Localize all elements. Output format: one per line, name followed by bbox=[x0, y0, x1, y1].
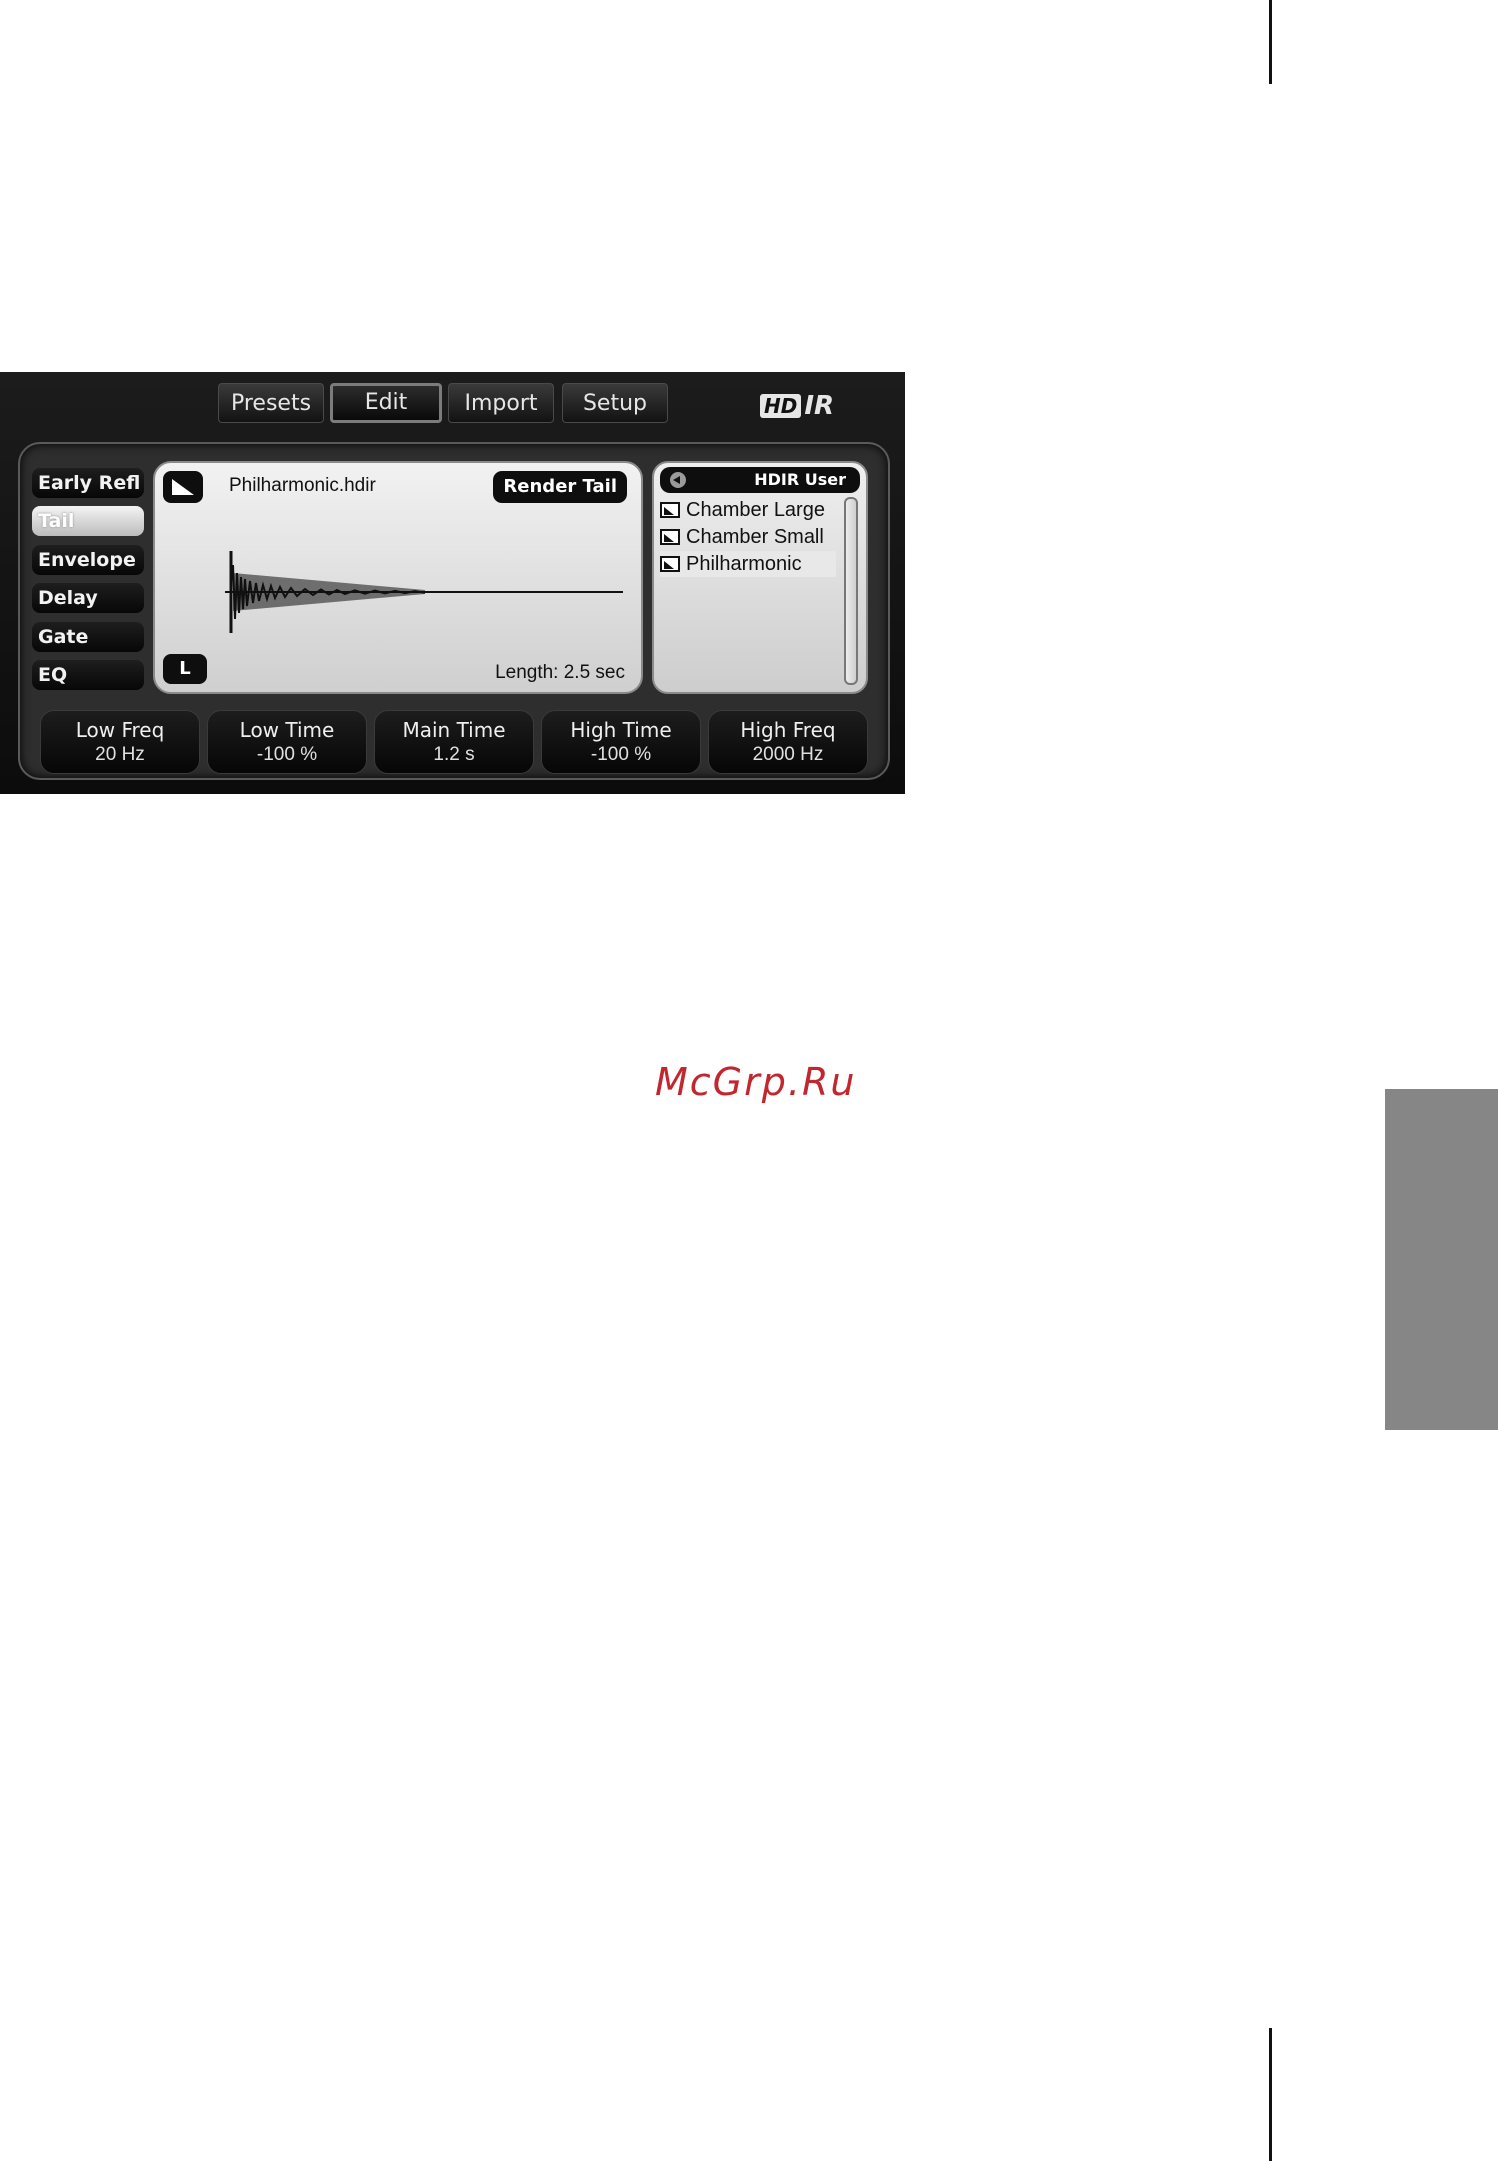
nav-gate[interactable]: Gate bbox=[32, 622, 144, 652]
low-time-control[interactable]: Low Time -100 % bbox=[207, 710, 367, 774]
render-tail-button[interactable]: Render Tail bbox=[493, 471, 627, 503]
hdir-logo: HD IR bbox=[760, 391, 834, 421]
crop-mark-bottom bbox=[1269, 2028, 1272, 2161]
browser-scrollbar[interactable] bbox=[844, 497, 858, 685]
top-toolbar: Presets Edit Import Setup HD IR bbox=[0, 372, 905, 442]
knob-value: -100 % bbox=[256, 744, 318, 765]
nav-early-refl[interactable]: Early Refl bbox=[32, 468, 144, 498]
browser-title: HDIR User bbox=[754, 470, 846, 489]
preset-item-label: Chamber Large bbox=[686, 499, 825, 521]
knob-label: High Time bbox=[570, 718, 672, 742]
tab-import[interactable]: Import bbox=[448, 383, 554, 423]
impulse-file-icon bbox=[660, 556, 680, 572]
tab-setup[interactable]: Setup bbox=[562, 383, 668, 423]
length-readout: Length: 2.5 sec bbox=[495, 662, 625, 683]
high-time-control[interactable]: High Time -100 % bbox=[541, 710, 701, 774]
nav-envelope[interactable]: Envelope bbox=[32, 545, 144, 575]
logo-hd: HD bbox=[760, 394, 802, 418]
crop-mark-top bbox=[1269, 0, 1272, 84]
knob-label: Low Time bbox=[239, 718, 335, 742]
back-arrow-icon[interactable] bbox=[670, 472, 686, 488]
watermark-text: McGrp.Ru bbox=[655, 1060, 857, 1104]
hdir-plugin-window: Presets Edit Import Setup HD IR Early Re… bbox=[0, 372, 905, 794]
impulse-file-icon bbox=[660, 502, 680, 518]
impulse-waveform bbox=[225, 551, 623, 633]
impulse-file-icon bbox=[660, 529, 680, 545]
preset-item-label: Philharmonic bbox=[686, 553, 802, 575]
waveform-panel: Philharmonic.hdir Render Tail L Length: … bbox=[153, 461, 643, 694]
nav-tail[interactable]: Tail bbox=[32, 506, 144, 536]
knob-value: -100 % bbox=[590, 744, 652, 765]
preset-browser: HDIR User Chamber Large Chamber Small Ph… bbox=[652, 461, 868, 694]
tab-presets[interactable]: Presets bbox=[218, 383, 324, 423]
envelope-mode-icon[interactable] bbox=[163, 471, 203, 503]
tab-edit[interactable]: Edit bbox=[330, 383, 442, 423]
knob-value: 1.2 s bbox=[433, 744, 475, 765]
preset-item-label: Chamber Small bbox=[686, 526, 824, 548]
knob-value: 2000 Hz bbox=[752, 744, 824, 765]
logo-ir: IR bbox=[804, 391, 835, 421]
preset-item[interactable]: Chamber Small bbox=[660, 524, 836, 550]
high-freq-control[interactable]: High Freq 2000 Hz bbox=[708, 710, 868, 774]
knob-label: Low Freq bbox=[75, 718, 165, 742]
browser-header: HDIR User bbox=[660, 467, 860, 493]
main-time-control[interactable]: Main Time 1.2 s bbox=[374, 710, 534, 774]
nav-delay[interactable]: Delay bbox=[32, 583, 144, 613]
knob-label: Main Time bbox=[402, 718, 506, 742]
low-freq-control[interactable]: Low Freq 20 Hz bbox=[40, 710, 200, 774]
page-side-tab bbox=[1385, 1089, 1498, 1430]
preset-item[interactable]: Philharmonic bbox=[660, 551, 836, 577]
ir-filename: Philharmonic.hdir bbox=[229, 475, 376, 496]
nav-eq[interactable]: EQ bbox=[32, 660, 144, 690]
channel-select-button[interactable]: L bbox=[163, 654, 207, 684]
knob-label: High Freq bbox=[740, 718, 836, 742]
preset-item[interactable]: Chamber Large bbox=[660, 497, 836, 523]
knob-value: 20 Hz bbox=[95, 744, 145, 765]
